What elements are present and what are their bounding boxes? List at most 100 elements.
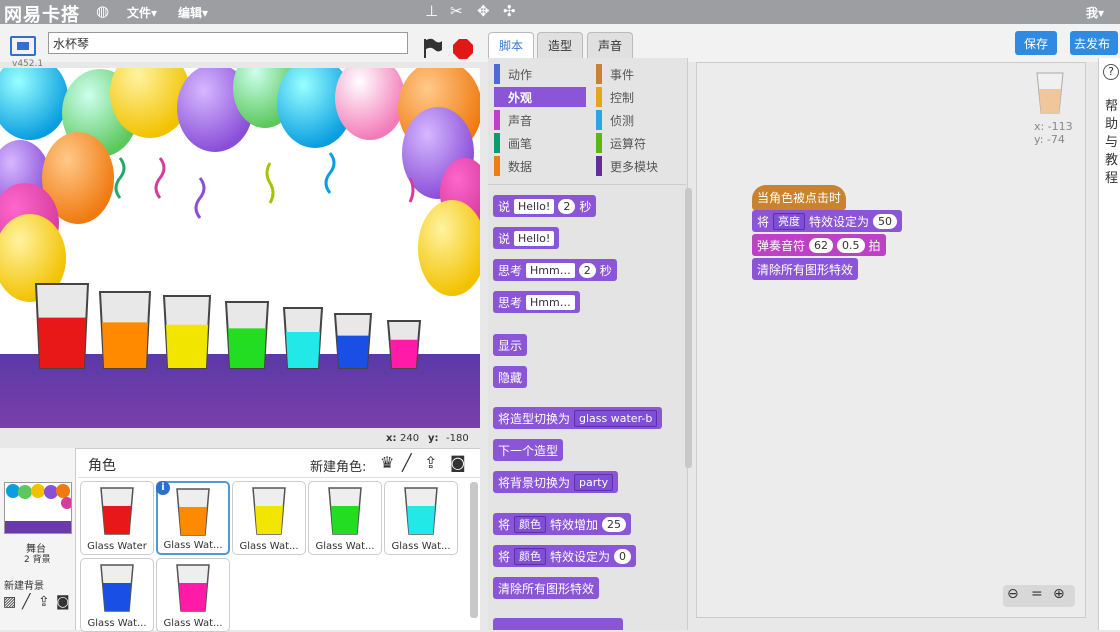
stage-glass[interactable] xyxy=(162,295,212,369)
fullscreen-icon[interactable] xyxy=(10,36,36,56)
sprite-thumbnail[interactable]: Glass Wat... xyxy=(384,481,458,555)
block-say-for-secs[interactable]: 说 Hello! 2 秒 xyxy=(493,195,597,217)
backdrop-library-icon[interactable]: ▨ xyxy=(3,594,16,610)
sprite-thumbnail[interactable]: Glass Wat... xyxy=(308,481,382,555)
glass-icon xyxy=(100,487,134,535)
palette-scrollbar[interactable] xyxy=(685,188,692,468)
user-menu[interactable]: 我▾ xyxy=(1086,4,1104,21)
sprite-thumbnail[interactable]: Glass Water xyxy=(80,481,154,555)
block-clear-effects[interactable]: 清除所有图形特效 xyxy=(493,577,600,599)
tab-scripts[interactable]: 脚本 xyxy=(488,32,535,58)
sprite-thumbnail[interactable]: Glass Wat... xyxy=(80,558,154,632)
category-pen[interactable]: 画笔 xyxy=(494,133,586,153)
block-input[interactable]: Hello! xyxy=(514,230,555,246)
tab-costumes[interactable]: 造型 xyxy=(537,32,584,58)
sprite-name: Glass Wat... xyxy=(163,618,223,629)
block-change-effect[interactable]: 将 颜色 特效增加 25 xyxy=(493,513,632,535)
sprite-library-icon[interactable]: ♛ xyxy=(380,453,394,472)
sprite-thumbnail[interactable]: Glass Wat... xyxy=(232,481,306,555)
green-flag-icon[interactable] xyxy=(420,36,444,60)
category-looks[interactable]: 外观 xyxy=(494,87,586,107)
sprite-scrollbar[interactable] xyxy=(470,482,478,618)
delete-cut-icon[interactable]: ✂ xyxy=(450,2,463,20)
category-sound[interactable]: 声音 xyxy=(494,110,586,130)
script-set-effect[interactable]: 将 亮度 特效设定为 50 xyxy=(752,210,903,232)
category-control[interactable]: 控制 xyxy=(596,87,688,107)
edit-menu[interactable]: 编辑▾ xyxy=(178,4,208,21)
stage-y-value: -180 xyxy=(446,433,469,444)
shrink-icon[interactable]: ✣ xyxy=(503,2,516,20)
block-text: 将 xyxy=(757,214,770,229)
hat-when-sprite-clicked[interactable]: 当角色被点击时 xyxy=(752,185,847,210)
category-operators[interactable]: 运算符 xyxy=(596,133,688,153)
project-title-input[interactable]: 水杯琴 xyxy=(48,32,408,54)
file-menu[interactable]: 文件▾ xyxy=(127,4,157,21)
category-more-blocks[interactable]: 更多模块 xyxy=(596,156,688,176)
duplicate-stamp-icon[interactable]: ⊥ xyxy=(425,2,438,20)
camera-icon[interactable]: ◙ xyxy=(450,453,466,472)
stage-glass[interactable] xyxy=(282,307,324,369)
help-icon[interactable]: ? xyxy=(1103,64,1119,80)
help-text[interactable]: 帮助与教程 xyxy=(1105,98,1119,188)
stage-glass[interactable] xyxy=(34,283,90,369)
upload-icon[interactable]: ⇪ xyxy=(38,594,50,610)
stage-glass[interactable] xyxy=(333,313,373,369)
block-input[interactable]: Hmm… xyxy=(526,262,575,278)
block-switch-backdrop[interactable]: 将背景切换为 party xyxy=(493,471,619,493)
costume-dropdown[interactable]: glass water-b xyxy=(574,409,658,427)
block-think-for-secs[interactable]: 思考 Hmm… 2 秒 xyxy=(493,259,617,281)
zoom-out-icon[interactable]: ⊖ xyxy=(1007,586,1019,602)
globe-icon[interactable]: ◍ xyxy=(96,2,109,20)
block-input[interactable]: Hmm… xyxy=(526,294,575,310)
block-text: 特效增加 xyxy=(550,517,599,532)
stage-x-value: 240 xyxy=(400,433,420,444)
backdrop-dropdown[interactable]: party xyxy=(574,473,614,491)
block-input[interactable]: 25 xyxy=(602,516,627,532)
block-input[interactable]: Hello! xyxy=(514,198,555,214)
script-clear-effects[interactable]: 清除所有图形特效 xyxy=(752,258,859,280)
zoom-reset-icon[interactable]: = xyxy=(1031,586,1043,602)
block-think[interactable]: 思考 Hmm… xyxy=(493,291,580,313)
beats-input[interactable]: 0.5 xyxy=(837,237,865,253)
stage-x-label: x: xyxy=(386,433,397,444)
block-input[interactable]: 2 xyxy=(558,198,576,214)
glass-icon xyxy=(176,564,210,612)
stage[interactable] xyxy=(0,68,480,428)
note-input[interactable]: 62 xyxy=(809,237,834,253)
tab-sounds[interactable]: 声音 xyxy=(587,32,634,58)
block-partial[interactable] xyxy=(493,618,623,630)
sprite-thumbnail[interactable]: Glass Wat... xyxy=(156,558,230,632)
script-area[interactable]: x: -113 y: -74 当角色被点击时 将 亮度 特效设定为 50 弹奏音… xyxy=(696,62,1086,618)
block-set-effect[interactable]: 将 颜色 特效设定为 0 xyxy=(493,545,637,567)
block-hide[interactable]: 隐藏 xyxy=(493,366,528,388)
paint-brush-icon[interactable]: ╱ xyxy=(22,594,30,610)
block-input[interactable]: 0 xyxy=(614,548,632,564)
save-button[interactable]: 保存 xyxy=(1015,31,1058,55)
paint-brush-icon[interactable]: ╱ xyxy=(402,453,412,472)
block-switch-costume[interactable]: 将造型切换为 glass water-b xyxy=(493,407,663,429)
block-show[interactable]: 显示 xyxy=(493,334,528,356)
grow-icon[interactable]: ✥ xyxy=(477,2,490,20)
category-data[interactable]: 数据 xyxy=(494,156,586,176)
stage-glass[interactable] xyxy=(98,291,152,369)
block-say[interactable]: 说 Hello! xyxy=(493,227,560,249)
camera-icon[interactable]: ◙ xyxy=(56,594,70,610)
effect-dropdown[interactable]: 颜色 xyxy=(514,547,547,565)
block-input[interactable]: 2 xyxy=(578,262,596,278)
script-play-note[interactable]: 弹奏音符 62 0.5 拍 xyxy=(752,234,886,256)
stage-glass[interactable] xyxy=(224,301,270,369)
publish-button[interactable]: 去发布 xyxy=(1070,31,1118,55)
stage-glass[interactable] xyxy=(386,320,422,369)
effect-dropdown[interactable]: 亮度 xyxy=(773,212,806,230)
block-next-costume[interactable]: 下一个造型 xyxy=(493,439,564,461)
stage-thumbnail[interactable] xyxy=(4,482,72,534)
category-motion[interactable]: 动作 xyxy=(494,64,586,84)
category-sensing[interactable]: 侦测 xyxy=(596,110,688,130)
block-input[interactable]: 50 xyxy=(873,213,898,229)
zoom-in-icon[interactable]: ⊕ xyxy=(1053,586,1065,602)
effect-dropdown[interactable]: 颜色 xyxy=(514,515,547,533)
stop-icon[interactable] xyxy=(452,38,474,60)
upload-icon[interactable]: ⇪ xyxy=(424,453,437,472)
category-events[interactable]: 事件 xyxy=(596,64,688,84)
sprite-info-icon[interactable]: i xyxy=(156,481,170,495)
